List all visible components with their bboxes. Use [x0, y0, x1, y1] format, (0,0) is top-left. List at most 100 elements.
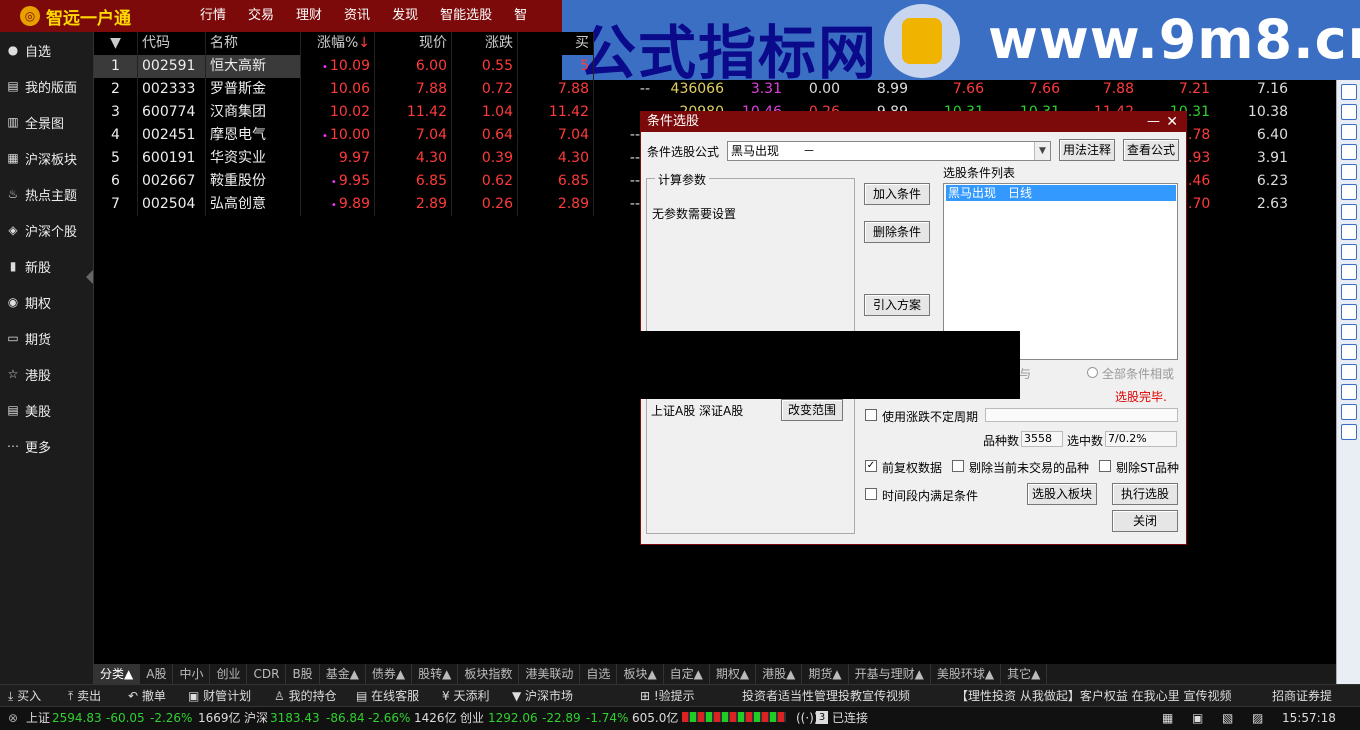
lock-icon[interactable]: ▨ — [1252, 707, 1263, 729]
monitor-icon[interactable]: ▣ — [1192, 707, 1203, 729]
dialog-titlebar[interactable]: 条件选股 — ✕ — [641, 112, 1186, 132]
import-plan-button[interactable]: 引入方案 — [864, 294, 930, 316]
market-button[interactable]: ▼ 沪深市场 — [512, 685, 573, 707]
run-select-button[interactable]: 执行选股 — [1112, 483, 1178, 505]
note-icon[interactable] — [1341, 224, 1357, 240]
candle-chart-icon[interactable] — [1341, 164, 1357, 180]
target-icon[interactable] — [1341, 364, 1357, 380]
tab-bond[interactable]: 债券▲ — [366, 664, 413, 684]
list-view-icon[interactable] — [1341, 184, 1357, 200]
broker-link[interactable]: 招商证券提 — [1272, 685, 1332, 707]
col-header-change[interactable]: 涨跌 — [452, 32, 518, 55]
sidebar-item-my-layout[interactable]: ▤ 我的版面 — [0, 68, 93, 104]
tab-sector[interactable]: 板块▲ — [617, 664, 664, 684]
tab-sector-index[interactable]: 板块指数 — [458, 664, 520, 684]
plan-button[interactable]: ▣ 财管计划 — [188, 685, 251, 707]
col-header-price[interactable]: 现价 — [375, 32, 452, 55]
flag-icon[interactable] — [1341, 104, 1357, 120]
chevron-down-icon[interactable]: ▼ — [1034, 142, 1050, 160]
view-formula-button[interactable]: 查看公式 — [1123, 139, 1179, 161]
f7-icon[interactable] — [1341, 284, 1357, 300]
time-period-checkbox[interactable] — [865, 488, 877, 500]
line-chart-icon[interactable] — [1341, 144, 1357, 160]
tab-options[interactable]: 期权▲ — [710, 664, 757, 684]
exclude-untraded-checkbox[interactable] — [952, 460, 964, 472]
sidebar-item-hk[interactable]: ☆ 港股 — [0, 356, 93, 392]
minimize-icon[interactable]: — — [1147, 112, 1160, 132]
nav-discover[interactable]: 发现 — [392, 0, 418, 32]
delete-condition-button[interactable]: 删除条件 — [864, 221, 930, 243]
photo-icon[interactable]: ▧ — [1222, 707, 1233, 729]
f10-icon[interactable] — [1341, 204, 1357, 220]
document-icon[interactable] — [1341, 244, 1357, 260]
sidebar-item-favorites[interactable]: ● 自选 — [0, 32, 93, 68]
to-block-button[interactable]: 选股入板块 — [1027, 483, 1097, 505]
usage-notes-button[interactable]: 用法注释 — [1059, 139, 1115, 161]
sidebar-item-stocks[interactable]: ◈ 沪深个股 — [0, 212, 93, 248]
tab-hk-us-link[interactable]: 港美联动 — [519, 664, 581, 684]
use-period-checkbox[interactable] — [865, 409, 877, 421]
tab-a-share[interactable]: A股 — [140, 664, 174, 684]
col-header-code[interactable]: 代码 — [138, 32, 206, 55]
notice-link-2[interactable]: 【理性投资 从我做起】客户权益 在我心里 宣传视频 — [956, 685, 1231, 707]
folder-icon[interactable] — [1341, 324, 1357, 340]
notice-link[interactable]: 投资者适当性管理投教宣传视频 — [742, 685, 910, 707]
nav-quotes[interactable]: 行情 — [200, 0, 226, 32]
holdings-button[interactable]: ♙ 我的持仓 — [274, 685, 337, 707]
tab-category[interactable]: 分类▲ — [94, 664, 141, 684]
nav-news[interactable]: 资讯 — [344, 0, 370, 32]
sidebar-item-ipo[interactable]: ▮ 新股 — [0, 248, 93, 284]
tab-neeq[interactable]: 股转▲ — [412, 664, 459, 684]
service-button[interactable]: ▤ 在线客服 — [356, 685, 419, 707]
tiantianli-button[interactable]: ¥ 天添利 — [442, 685, 489, 707]
tab-open-fund[interactable]: 开基与理财▲ — [849, 664, 931, 684]
tab-sme[interactable]: 中小 — [173, 664, 211, 684]
arrow-down-icon[interactable] — [1341, 84, 1357, 100]
col-header-name[interactable]: 名称 — [206, 32, 301, 55]
keyboard-icon[interactable]: ▦ — [1162, 707, 1173, 729]
tab-futures[interactable]: 期货▲ — [802, 664, 849, 684]
adjust-checkbox[interactable]: ✓ — [865, 460, 877, 472]
col-header-pct[interactable]: 涨幅%↓ — [301, 32, 375, 55]
app-logo[interactable]: ◎ 智远一户通 — [20, 4, 131, 29]
hint-button[interactable]: ⊞ !验提示 — [640, 685, 695, 707]
sidebar-item-more[interactable]: ⋯ 更多 — [0, 428, 93, 464]
gear-icon[interactable] — [1341, 424, 1357, 440]
formula-select[interactable]: 黑马出现 － ▼ — [727, 141, 1051, 161]
sidebar-item-sector[interactable]: ▦ 沪深板块 — [0, 140, 93, 176]
tab-b-share[interactable]: B股 — [286, 664, 320, 684]
sort-dropdown-icon[interactable]: ▼ — [94, 32, 138, 55]
nav-more[interactable]: 智 — [514, 0, 527, 32]
nav-trade[interactable]: 交易 — [248, 0, 274, 32]
close-button[interactable]: 关闭 — [1112, 510, 1178, 532]
sort-icon[interactable] — [1341, 344, 1357, 360]
list-item[interactable]: 黑马出现 日线 — [946, 185, 1176, 201]
sidebar-item-us[interactable]: ▤ 美股 — [0, 392, 93, 428]
nav-finance[interactable]: 理财 — [296, 0, 322, 32]
radio-or[interactable] — [1087, 367, 1098, 378]
close-icon[interactable]: ✕ — [1166, 112, 1178, 132]
sidebar-item-hot-topics[interactable]: ♨ 热点主题 — [0, 176, 93, 212]
buy-button[interactable]: ⤓ 买入 — [8, 685, 41, 707]
tab-custom[interactable]: 自定▲ — [664, 664, 710, 684]
tab-fund[interactable]: 基金▲ — [320, 664, 366, 684]
cancel-order-button[interactable]: ↶ 撤单 — [128, 685, 166, 707]
sell-button[interactable]: ⤒ 卖出 — [68, 685, 101, 707]
circle-icon[interactable] — [1341, 304, 1357, 320]
change-range-button[interactable]: 改变范围 — [781, 399, 843, 421]
table-icon[interactable] — [1341, 124, 1357, 140]
close-small-icon[interactable]: ⊗ — [8, 707, 18, 729]
add-condition-button[interactable]: 加入条件 — [864, 183, 930, 205]
tab-hk[interactable]: 港股▲ — [756, 664, 803, 684]
tab-us-global[interactable]: 美股环球▲ — [931, 664, 1002, 684]
col-header-buy[interactable]: 买 — [518, 32, 594, 55]
sidebar-collapse-arrow-icon[interactable] — [86, 270, 93, 284]
sidebar-item-futures[interactable]: ▭ 期货 — [0, 320, 93, 356]
tab-gem[interactable]: 创业 — [210, 664, 248, 684]
edit-icon[interactable] — [1341, 404, 1357, 420]
tab-cdr[interactable]: CDR — [247, 664, 287, 684]
nav-smart-pick[interactable]: 智能选股 — [440, 0, 492, 32]
sidebar-item-options[interactable]: ◉ 期权 — [0, 284, 93, 320]
tab-favorites[interactable]: 自选 — [580, 664, 618, 684]
fx-icon[interactable] — [1341, 264, 1357, 280]
